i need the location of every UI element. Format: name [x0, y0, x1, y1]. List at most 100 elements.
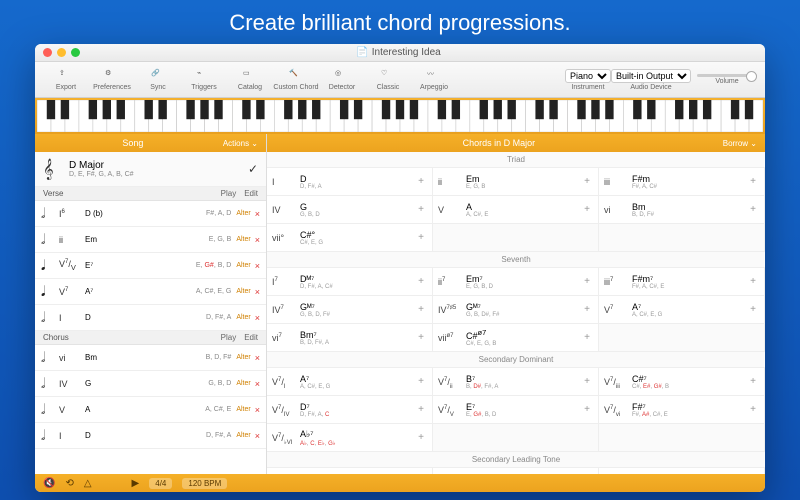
toolbar-export[interactable]: ⇪Export: [43, 69, 89, 91]
chord-grid-cell[interactable]: IDD, F#, A+: [267, 168, 433, 196]
add-chord-button[interactable]: +: [581, 404, 593, 415]
chord-grid-cell[interactable]: V7/♭VIA♭⁷A♭, C, E♭, G♭+: [267, 424, 433, 452]
delete-chord-button[interactable]: ×: [255, 379, 260, 389]
section-play[interactable]: Play: [221, 189, 237, 198]
toolbar-detector[interactable]: ◎Detector: [319, 69, 365, 91]
chord-grid-cell[interactable]: iiEmE, G, B+: [433, 168, 599, 196]
tempo[interactable]: 120 BPM: [182, 478, 227, 489]
toolbar-classic[interactable]: ♡Classic: [365, 69, 411, 91]
chord-grid-cell[interactable]: vii7/E♭°⁷+: [433, 468, 599, 474]
chord-grid-cell[interactable]: IV7♯5Gᴹ⁷G, B, D#, F#+: [433, 296, 599, 324]
delete-chord-button[interactable]: ×: [255, 405, 260, 415]
add-chord-button[interactable]: +: [581, 304, 593, 315]
add-chord-button[interactable]: +: [581, 204, 593, 215]
add-chord-button[interactable]: +: [747, 276, 759, 287]
alter-link[interactable]: Alter: [236, 210, 250, 217]
delete-chord-button[interactable]: ×: [255, 287, 260, 297]
chord-grid-cell[interactable]: V7/IA⁷A, C#, E, G+: [267, 368, 433, 396]
toolbar-arpeggio[interactable]: 〰Arpeggio: [411, 69, 457, 91]
song-chord-row[interactable]: 𝅗𝅥IDD, F#, AAlter×: [35, 423, 266, 449]
add-chord-button[interactable]: +: [415, 276, 427, 287]
add-chord-button[interactable]: +: [415, 176, 427, 187]
delete-chord-button[interactable]: ×: [255, 209, 260, 219]
chord-grid-cell[interactable]: iii7F#m⁷F#, A, C#, E+: [599, 268, 765, 296]
instrument-select[interactable]: Piano: [565, 69, 611, 83]
add-chord-button[interactable]: +: [415, 332, 427, 343]
piano-keyboard[interactable]: [35, 98, 765, 134]
add-chord-button[interactable]: +: [747, 404, 759, 415]
chord-grid-cell[interactable]: vii7/C#°⁷+: [267, 468, 433, 474]
key-row[interactable]: 𝄞 D Major D, E, F#, G, A, B, C# ✓: [35, 152, 266, 187]
delete-chord-button[interactable]: ×: [255, 313, 260, 323]
chord-grid-cell[interactable]: V7/VE⁷E, G#, B, D+: [433, 396, 599, 424]
chord-grid-cell[interactable]: VAA, C#, E+: [433, 196, 599, 224]
minimize-window-button[interactable]: [57, 48, 66, 57]
metronome-icon[interactable]: △: [84, 478, 92, 489]
add-chord-button[interactable]: +: [581, 332, 593, 343]
toolbar-sync[interactable]: 🔗Sync: [135, 69, 181, 91]
volume-slider[interactable]: [697, 74, 757, 77]
chord-grid-cell[interactable]: V7/iiiC#⁷C#, E#, G#, B+: [599, 368, 765, 396]
add-chord-button[interactable]: +: [415, 404, 427, 415]
section-edit[interactable]: Edit: [244, 333, 258, 342]
chord-grid-cell[interactable]: iiiF#mF#, A, C#+: [599, 168, 765, 196]
add-chord-button[interactable]: +: [415, 304, 427, 315]
audio-device-select[interactable]: Built-in Output: [611, 69, 691, 83]
chord-grid-cell[interactable]: IV7Gᴹ⁷G, B, D, F#+: [267, 296, 433, 324]
add-chord-button[interactable]: +: [581, 176, 593, 187]
time-signature[interactable]: 4/4: [149, 478, 172, 489]
chord-grid-cell[interactable]: V7/iiB⁷B, D#, F#, A+: [433, 368, 599, 396]
song-chord-row[interactable]: 𝅗𝅥IDD, F#, AAlter×: [35, 305, 266, 331]
add-chord-button[interactable]: +: [415, 232, 427, 243]
chord-grid-cell[interactable]: V7/IVD⁷D, F#, A, C+: [267, 396, 433, 424]
mute-icon[interactable]: 🔇: [43, 478, 55, 489]
section-play[interactable]: Play: [221, 333, 237, 342]
add-chord-button[interactable]: +: [415, 432, 427, 443]
chord-grid-cell[interactable]: IVGG, B, D+: [267, 196, 433, 224]
song-chord-row[interactable]: 𝅗𝅥IVGG, B, DAlter×: [35, 371, 266, 397]
chord-grid-cell[interactable]: viiø7C#ø7C#, E, G, B+: [433, 324, 599, 352]
song-chord-row[interactable]: 𝅗𝅥VAA, C#, EAlter×: [35, 397, 266, 423]
add-chord-button[interactable]: +: [415, 376, 427, 387]
song-actions-menu[interactable]: Actions ⌄: [223, 139, 258, 148]
add-chord-button[interactable]: +: [747, 204, 759, 215]
add-chord-button[interactable]: +: [415, 204, 427, 215]
borrow-menu[interactable]: Borrow ⌄: [723, 139, 757, 148]
song-chord-row[interactable]: 𝅗𝅥iiEmE, G, BAlter×: [35, 227, 266, 253]
toolbar-catalog[interactable]: ▭Catalog: [227, 69, 273, 91]
song-chord-row[interactable]: 𝅗𝅥I6D (b)F#, A, DAlter×: [35, 201, 266, 227]
toolbar-custom-chord[interactable]: 🔨Custom Chord: [273, 69, 319, 91]
alter-link[interactable]: Alter: [236, 406, 250, 413]
song-chord-row[interactable]: 𝅗𝅥viBmB, D, F#Alter×: [35, 345, 266, 371]
chord-grid-cell[interactable]: vi7Bm⁷B, D, F#, A+: [267, 324, 433, 352]
song-chord-row[interactable]: 𝅘𝅥V7A⁷A, C#, E, GAlter×: [35, 279, 266, 305]
alter-link[interactable]: Alter: [236, 432, 250, 439]
add-chord-button[interactable]: +: [747, 304, 759, 315]
alter-link[interactable]: Alter: [236, 314, 250, 321]
add-chord-button[interactable]: +: [581, 376, 593, 387]
loop-icon[interactable]: ⟲: [65, 478, 73, 489]
delete-chord-button[interactable]: ×: [255, 235, 260, 245]
delete-chord-button[interactable]: ×: [255, 353, 260, 363]
alter-link[interactable]: Alter: [236, 262, 250, 269]
alter-link[interactable]: Alter: [236, 288, 250, 295]
add-chord-button[interactable]: +: [581, 276, 593, 287]
chord-grid-cell[interactable]: vii°C#°C#, E, G+: [267, 224, 433, 252]
chord-grid-cell[interactable]: V7A⁷A, C#, E, G+: [599, 296, 765, 324]
delete-chord-button[interactable]: ×: [255, 431, 260, 441]
chord-grid-cell[interactable]: V7/viF#⁷F#, A#, C#, E+: [599, 396, 765, 424]
add-chord-button[interactable]: +: [747, 376, 759, 387]
alter-link[interactable]: Alter: [236, 354, 250, 361]
song-chord-row[interactable]: 𝅘𝅥V7/VE⁷E, G#, B, DAlter×: [35, 253, 266, 279]
delete-chord-button[interactable]: ×: [255, 261, 260, 271]
toolbar-preferences[interactable]: ⚙Preferences: [89, 69, 135, 91]
play-button[interactable]: ▶: [132, 478, 140, 489]
section-edit[interactable]: Edit: [244, 189, 258, 198]
chord-grid-cell[interactable]: ii7Em⁷E, G, B, D+: [433, 268, 599, 296]
alter-link[interactable]: Alter: [236, 380, 250, 387]
alter-link[interactable]: Alter: [236, 236, 250, 243]
chord-grid-cell[interactable]: viBmB, D, F#+: [599, 196, 765, 224]
chord-grid-cell[interactable]: vii7/F°⁷+: [599, 468, 765, 474]
zoom-window-button[interactable]: [71, 48, 80, 57]
add-chord-button[interactable]: +: [747, 176, 759, 187]
